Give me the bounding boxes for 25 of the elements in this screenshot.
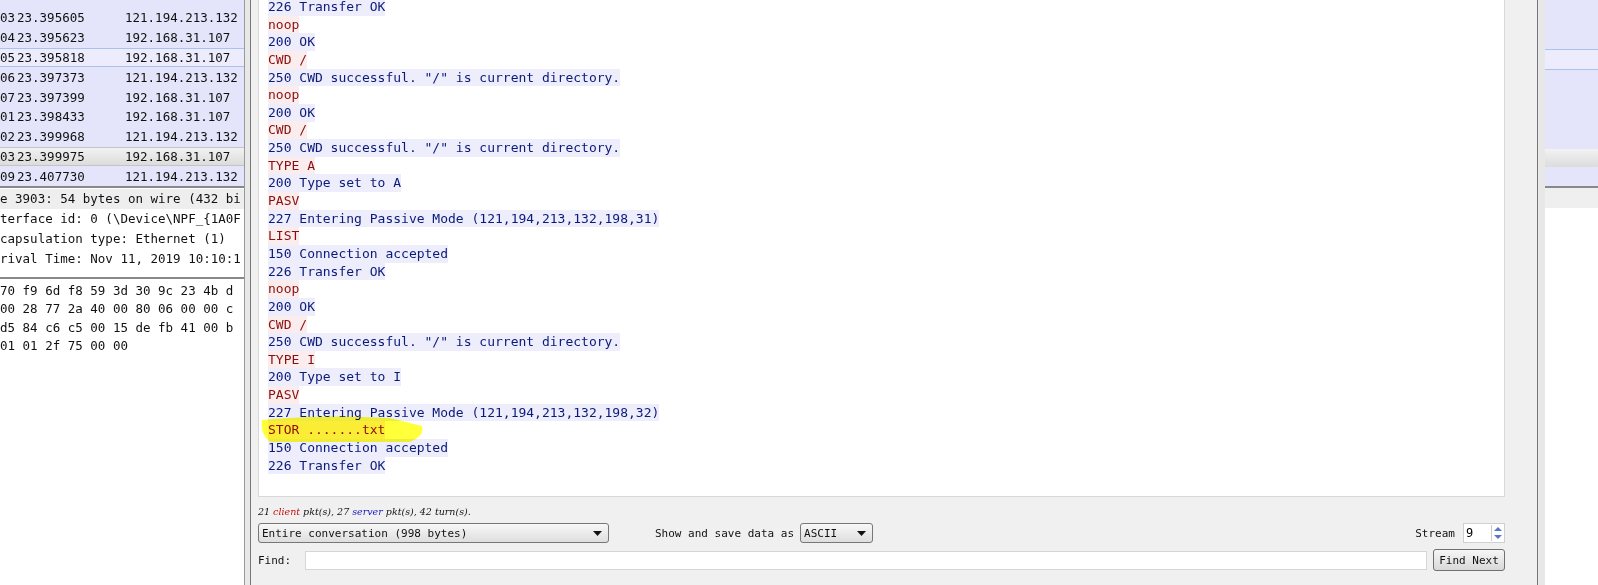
format-label: Show and save data as xyxy=(655,526,795,540)
hex-line: 01 01 2f 75 00 00 xyxy=(0,337,129,356)
stream-label: Stream xyxy=(1415,526,1455,540)
caret-icon xyxy=(857,530,867,536)
stream-text-area[interactable] xyxy=(258,0,1505,497)
stream-spinbox[interactable]: 9 xyxy=(1463,523,1505,543)
packet-row[interactable] xyxy=(1545,149,1598,167)
packet-row[interactable] xyxy=(1545,49,1598,70)
down-arrow-icon[interactable] xyxy=(1492,533,1504,541)
packet-row[interactable]: 03 23.399975 192.168.31.107 xyxy=(0,146,244,167)
up-arrow-icon[interactable] xyxy=(1492,525,1504,533)
detail-line[interactable]: capsulation type: Ethernet (1) xyxy=(0,228,244,249)
find-next-button[interactable]: Find Next xyxy=(1433,549,1505,571)
stream-summary: 21 client pkt(s), 27 server pkt(s), 42 turn(s). xyxy=(258,506,472,519)
range-dropdown[interactable]: Entire conversation (998 bytes) xyxy=(258,523,609,543)
format-dropdown[interactable]: ASCII xyxy=(800,523,874,543)
detail-line[interactable]: terface id: 0 (\Device\NPF_{1A0F xyxy=(0,208,244,229)
hex-line: d5 84 c6 c5 00 15 de fb 41 00 b xyxy=(0,318,235,337)
find-field[interactable] xyxy=(305,550,1427,570)
find-label: Find: xyxy=(258,553,292,567)
hex-line: 00 28 77 2a 40 00 80 06 00 00 c xyxy=(0,300,235,319)
detail-line[interactable]: rival Time: Nov 11, 2019 10:10:1 xyxy=(0,248,244,269)
hex-line: 70 f9 6d f8 59 3d 30 9c 23 4b d xyxy=(0,282,235,301)
packet-row[interactable]: 05 23.395818 192.168.31.107 xyxy=(0,47,244,68)
caret-icon xyxy=(593,530,602,536)
